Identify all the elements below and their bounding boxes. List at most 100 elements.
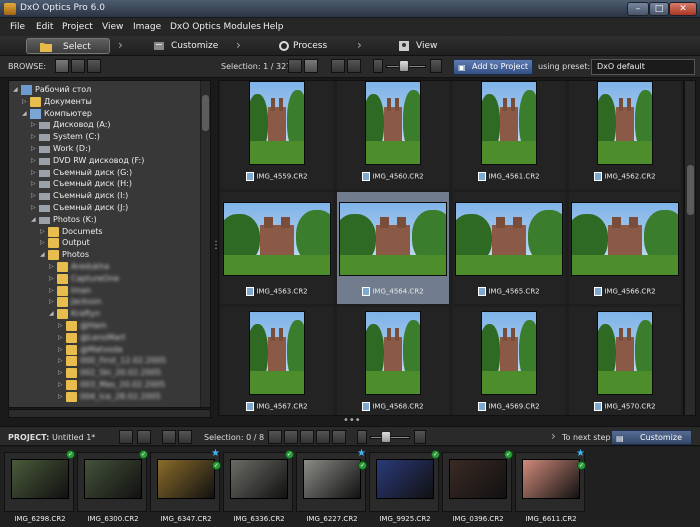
single-view-button[interactable] [288,59,302,73]
rate-button[interactable] [300,430,314,444]
tree-expander-icon[interactable]: ▷ [58,355,63,367]
tree-horizontal-scrollbar[interactable] [8,409,211,418]
browse-folders-button[interactable] [55,59,69,73]
project-image[interactable]: IMG_6336.CR2 ✓ [223,450,294,523]
project-image[interactable]: IMG_9925.CR2 ✓ [369,450,440,523]
thumbnail-image[interactable] [597,311,653,395]
thumbnail-cell[interactable]: IMG_4559.CR2 [221,81,333,189]
project-image-preview[interactable] [449,459,507,499]
thumbnail-image[interactable] [481,311,537,395]
project-image-preview[interactable] [522,459,580,499]
tree-expander-icon[interactable]: ▷ [49,261,54,273]
tree-expander-icon[interactable]: ▷ [31,131,36,143]
menu-dxo-optics-modules[interactable]: DxO Optics Modules [170,22,261,32]
menu-view[interactable]: View [102,22,123,32]
project-image[interactable]: IMG_6347.CR2 ★ ✓ [150,448,221,523]
tree-expander-icon[interactable]: ◢ [13,84,18,96]
sort-button[interactable] [331,59,345,73]
minimize-button[interactable]: – [627,2,649,16]
remove-button[interactable] [316,430,330,444]
tree-expander-icon[interactable]: ▷ [31,178,36,190]
tree-expander-icon[interactable]: ▷ [40,237,45,249]
filter-button[interactable] [347,59,361,73]
thumbnail-cell[interactable]: IMG_4567.CR2 [221,307,333,415]
grid-scrollbar-thumb[interactable] [687,165,694,215]
add-to-project-button[interactable]: ▣ Add to Project [453,59,533,75]
tab-select[interactable]: Select [26,38,110,54]
next-step-label[interactable]: To next step [562,433,611,442]
project-filter-button[interactable] [178,430,192,444]
tree-expander-icon[interactable]: ▷ [31,202,36,214]
browse-projects-button[interactable] [71,59,85,73]
tree-expander-icon[interactable]: ▷ [31,155,36,167]
menu-image[interactable]: Image [133,22,161,32]
tree-expander-icon[interactable]: ▷ [49,273,54,285]
menu-project[interactable]: Project [62,22,93,32]
tree-expander-icon[interactable]: ▷ [22,96,27,108]
info-button[interactable] [332,430,346,444]
browse-filter-button[interactable] [87,59,101,73]
tree-expander-icon[interactable]: ◢ [49,308,54,320]
thumbnail-image[interactable] [365,81,421,165]
thumbnail-cell[interactable]: IMG_4560.CR2 [337,81,449,189]
project-image[interactable]: IMG_6227.CR2 ★ ✓ [296,448,367,523]
tab-customize[interactable]: Customize [150,38,240,54]
tree-scrollbar-thumb[interactable] [202,95,209,131]
tree-expander-icon[interactable]: ▷ [58,332,63,344]
tree-expander-icon[interactable]: ▷ [58,379,63,391]
tree-expander-icon[interactable]: ▷ [40,226,45,238]
project-sort-button[interactable] [162,430,176,444]
close-button[interactable]: ✕ [669,2,697,16]
thumbnail-image[interactable] [339,202,447,276]
thumbnail-image[interactable] [571,202,679,276]
project-image-preview[interactable] [376,459,434,499]
customize-button[interactable]: ▤ Customize [611,430,692,445]
thumbnail-cell[interactable]: IMG_4564.CR2 [337,192,449,304]
thumbnail-image[interactable] [249,81,305,165]
tab-process[interactable]: Process [275,38,355,54]
project-image[interactable]: IMG_0396.CR2 ✓ [442,450,513,523]
thumbnail-cell[interactable]: IMG_4563.CR2 [221,192,333,304]
menu-help[interactable]: Help [263,22,284,32]
thumbnail-image[interactable] [223,202,331,276]
tree-expander-icon[interactable]: ▷ [31,167,36,179]
tree-expander-icon[interactable]: ▷ [58,391,63,403]
thumbnail-cell[interactable]: IMG_4562.CR2 [569,81,681,189]
thumbnail-image[interactable] [481,81,537,165]
tree-expander-icon[interactable]: ▷ [49,296,54,308]
thumbnail-image[interactable] [249,311,305,395]
project-image[interactable]: IMG_6300.CR2 ✓ [77,450,148,523]
tree-expander-icon[interactable]: ▷ [31,190,36,202]
thumbnail-cell[interactable]: IMG_4565.CR2 [453,192,565,304]
thumbnail-image[interactable] [455,202,563,276]
project-image-preview[interactable] [230,459,288,499]
strip-size-knob[interactable] [381,431,391,443]
preset-select[interactable]: DxO default [591,59,695,75]
thumbnail-image[interactable] [365,311,421,395]
menu-edit[interactable]: Edit [36,22,53,32]
tree-expander-icon[interactable]: ▷ [58,320,63,332]
project-image-preview[interactable] [11,459,69,499]
thumbnail-cell[interactable]: IMG_4569.CR2 [453,307,565,415]
tree-expander-icon[interactable]: ◢ [40,249,45,261]
rotate-right-button[interactable] [284,430,298,444]
thumbnail-cell[interactable]: IMG_4566.CR2 [569,192,681,304]
project-image-preview[interactable] [157,459,215,499]
tree-expander-icon[interactable]: ◢ [22,108,27,120]
grid-view-button[interactable] [304,59,318,73]
tree-expander-icon[interactable]: ▷ [49,285,54,297]
tree-expander-icon[interactable]: ▷ [58,367,63,379]
tree-vertical-scrollbar[interactable] [200,81,210,407]
folder-tree[interactable]: ▷ 004_Ice_28.02.2005 ▷ 003_Mas_20.02.2005 ▷ 0… [8,80,211,408]
project-image-preview[interactable] [84,459,142,499]
project-image-preview[interactable] [303,459,361,499]
panel-splitter[interactable]: ••• [343,415,361,426]
thumbnail-image[interactable] [597,81,653,165]
tree-expander-icon[interactable]: ▷ [58,344,63,356]
menu-file[interactable]: File [10,22,25,32]
project-image[interactable]: IMG_6611.CR2 ★ ✓ [515,448,586,523]
tree-expander-icon[interactable]: ▷ [31,119,36,131]
project-open-button[interactable] [119,430,133,444]
maximize-button[interactable]: □ [649,2,669,16]
tree-expander-icon[interactable]: ▷ [31,143,36,155]
